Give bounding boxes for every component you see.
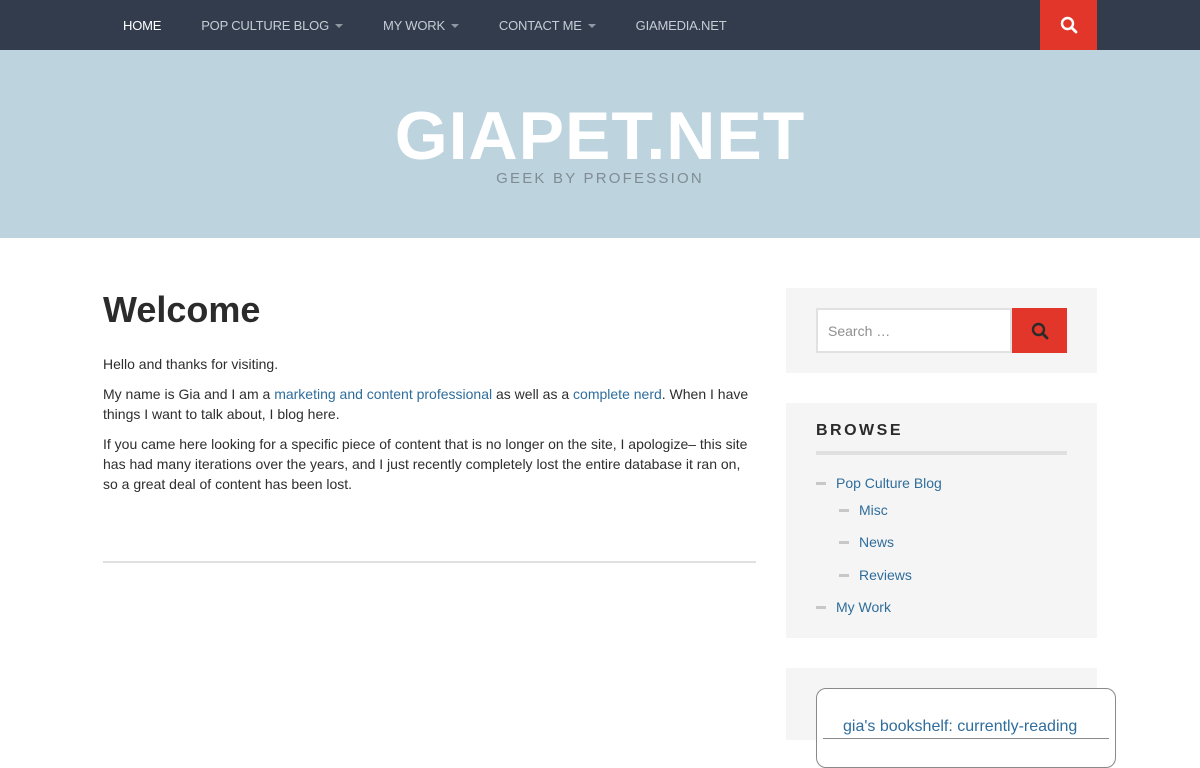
- category-list: Pop Culture Blog Misc News Reviews My Wo…: [816, 473, 942, 617]
- nav-item-label: POP CULTURE BLOG: [201, 17, 329, 33]
- dash-icon: [816, 605, 826, 609]
- list-item: Pop Culture Blog: [816, 473, 942, 493]
- category-link-my-work[interactable]: My Work: [836, 599, 891, 615]
- caret-down-icon: [450, 23, 459, 28]
- site-tagline: GEEK BY PROFESSION: [496, 170, 704, 187]
- list-item: Reviews: [816, 565, 942, 585]
- search-submit-button[interactable]: [1012, 308, 1067, 353]
- dash-icon: [839, 508, 849, 512]
- nav-item-pop-culture-blog[interactable]: POP CULTURE BLOG: [181, 0, 363, 50]
- marketing-link[interactable]: marketing and content professional: [274, 386, 492, 402]
- about-text: My name is Gia and I am a: [103, 386, 275, 402]
- apology-paragraph: If you came here looking for a specific …: [103, 436, 748, 492]
- widget-title-underline: [816, 451, 1067, 455]
- search-input[interactable]: [816, 308, 1012, 353]
- category-link-reviews[interactable]: Reviews: [859, 567, 912, 583]
- search-widget: [786, 288, 1097, 373]
- nav-item-label: CONTACT ME: [498, 17, 582, 33]
- search-icon: [1031, 322, 1048, 339]
- bookshelf-link[interactable]: gia's bookshelf: currently-reading: [843, 718, 1077, 736]
- caret-down-icon: [335, 23, 343, 28]
- nav-search-button[interactable]: [1040, 0, 1097, 50]
- bookshelf-divider: [823, 738, 1109, 739]
- complete-nerd-link[interactable]: complete nerd: [573, 386, 662, 402]
- about-text: as well as a: [492, 386, 574, 402]
- bookshelf-widget: gia's bookshelf: currently-reading: [786, 668, 1116, 768]
- search-icon: [1060, 16, 1077, 34]
- nav-menu: HOME POP CULTURE BLOG MY WORK CONTACT ME…: [103, 0, 746, 50]
- entry-content: Hello and thanks for visiting. My name i…: [103, 354, 756, 494]
- dash-icon: [839, 573, 849, 577]
- site-title[interactable]: GIAPET.NET: [0, 100, 1200, 172]
- nav-item-contact-me[interactable]: CONTACT ME: [479, 0, 616, 50]
- list-item: Misc: [816, 500, 942, 520]
- browse-widget: BROWSE Pop Culture Blog Misc News Review…: [786, 403, 1097, 638]
- category-link-pop-culture-blog[interactable]: Pop Culture Blog: [836, 475, 942, 491]
- site-header: GIAPET.NET GEEK BY PROFESSION: [0, 50, 1200, 238]
- nav-item-my-work[interactable]: MY WORK: [363, 0, 479, 50]
- nav-item-label: HOME: [123, 17, 162, 33]
- nav-item-label: MY WORK: [383, 17, 445, 33]
- category-link-news[interactable]: News: [859, 534, 894, 550]
- list-item: My Work: [816, 597, 942, 617]
- nav-item-home[interactable]: HOME: [103, 0, 181, 50]
- search-form: [816, 308, 1067, 353]
- content-divider: [103, 561, 756, 563]
- dash-icon: [816, 481, 826, 485]
- about-paragraph: My name is Gia and I am a marketing and …: [103, 384, 756, 424]
- caret-down-icon: [587, 23, 596, 28]
- nav-item-giamedia[interactable]: GIAMEDIA.NET: [616, 0, 747, 50]
- page-title: Welcome: [103, 289, 261, 330]
- bookshelf-box: gia's bookshelf: currently-reading: [816, 688, 1116, 768]
- top-navigation: HOME POP CULTURE BLOG MY WORK CONTACT ME…: [0, 0, 1200, 50]
- dash-icon: [839, 540, 849, 544]
- category-link-misc[interactable]: Misc: [859, 502, 888, 518]
- nav-item-label: GIAMEDIA.NET: [635, 17, 727, 33]
- widget-title: BROWSE: [816, 422, 903, 439]
- list-item: News: [816, 532, 942, 552]
- main-content: Welcome Hello and thanks for visiting. M…: [103, 288, 756, 504]
- intro-paragraph: Hello and thanks for visiting.: [103, 356, 279, 372]
